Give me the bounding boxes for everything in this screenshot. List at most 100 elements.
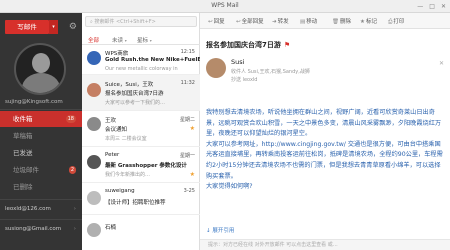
sidebar-item-sent[interactable]: 已发送 — [0, 145, 82, 161]
expand-quote-link[interactable]: ↓ 展开引用 — [206, 226, 234, 234]
message-time: 星期一 — [179, 153, 195, 159]
sidebar-item-label: 草稿箱 — [13, 132, 33, 140]
sender-avatar[interactable] — [206, 58, 226, 78]
body-paragraph: 大家觉得如何啊? — [206, 183, 253, 191]
message-subject: Gold Rush.the New Nike+FuelB — [105, 57, 202, 63]
message-sender: Peter — [105, 152, 120, 158]
search-input[interactable]: ⌕ 搜索邮件 <Ctrl+Shift+F> — [85, 16, 197, 27]
forward-button[interactable]: ➜转发 — [272, 17, 289, 25]
chevron-down-icon: ▾ — [124, 38, 127, 43]
filter-tabs: 全部 未读 ▾ 星标 ▾ — [82, 35, 200, 45]
message-sender: Suice，Susi，王欢 — [105, 82, 154, 88]
window-title: WPS Mail — [211, 2, 239, 9]
message-subject: 会议通知 — [105, 127, 128, 133]
gear-icon[interactable]: ⚙ — [69, 22, 77, 32]
body-paragraph: 大家可以参考网址，http://www.cingjing.gov.tw/ 交通也… — [206, 140, 443, 180]
sender-avatar — [87, 155, 101, 169]
list-item[interactable]: suweigang 3-25 【设计师】招聘职位推荐 — [82, 183, 200, 215]
sidebar-item-spam[interactable]: 垃圾邮件 2 — [0, 162, 82, 178]
chevron-down-icon: ▾ — [149, 38, 152, 43]
recipients-line: 收件人 Susi,王欢,石猴,Sandy,战狮 — [231, 69, 310, 75]
close-window-icon[interactable]: ✕ — [441, 3, 446, 10]
list-item[interactable]: Peter 星期一 最新 Grasshopper 参数化设计 我们今年新推出的…… — [82, 147, 200, 183]
sidebar-divider — [0, 199, 82, 200]
list-item[interactable]: WPS商旅 12:15 Gold Rush.the New Nike+FuelB… — [82, 47, 202, 75]
tab-starred[interactable]: 星标 ▾ — [137, 36, 152, 44]
list-item[interactable]: 石楠 — [82, 215, 200, 250]
message-preview: 大家可以参考一下我们的… — [105, 100, 166, 106]
folder-icon: ▤ — [300, 19, 306, 25]
forward-icon: ➜ — [272, 19, 277, 25]
sidebar-divider — [0, 219, 82, 220]
message-time: 星期二 — [179, 117, 195, 123]
message-body: 我特别想去清境农场，听说他坐拥在群山之间，视野广阔，近看可欣赏奇莱山日出奇景，远… — [206, 108, 444, 193]
tab-all[interactable]: 全部 — [88, 36, 99, 44]
sender-avatar — [87, 117, 101, 131]
reply-icon: ↩ — [208, 19, 213, 25]
cc-line: 抄送 leoxld — [231, 77, 258, 83]
sender-name[interactable]: Susi — [231, 58, 244, 66]
toolbar-label: 标记 — [365, 19, 377, 25]
message-title: 报名参加国庆台湾7日游 ⚑ — [206, 40, 290, 50]
close-icon[interactable]: ✕ — [439, 60, 444, 67]
sidebar-item-label: 已删除 — [13, 183, 33, 191]
message-sender: 王欢 — [105, 118, 117, 124]
chevron-right-icon: › — [73, 226, 76, 232]
list-item[interactable]: Suice，Susi，王欢 11:32 报名参加国庆台湾7日游 大家可以参考一下… — [82, 75, 200, 111]
star-icon[interactable]: ★ — [190, 171, 195, 178]
compose-button[interactable]: 写邮件 — [5, 20, 49, 34]
sidebar-item-label: 收件箱 — [13, 115, 33, 123]
print-button[interactable]: ⎙打印 — [388, 17, 404, 26]
sidebar-item-label: 已发送 — [13, 149, 33, 157]
account-label: leoxld@126.com — [5, 206, 51, 212]
delete-button[interactable]: 🗑删除 — [332, 17, 351, 25]
message-time: 12:15 — [180, 49, 195, 55]
reply-all-button[interactable]: ↩全部回复 — [236, 17, 264, 25]
message-preview: 本周三 二楼会议室 — [105, 136, 147, 142]
sidebar-item-inbox[interactable]: 收件箱 18 — [0, 111, 82, 127]
sender-info: Susi 收件人 Susi,王欢,石猴,Sandy,战狮 抄送 leoxld — [206, 58, 444, 92]
sidebar-divider — [0, 109, 82, 110]
star-icon[interactable]: ★ — [190, 125, 195, 132]
status-footer: 提示：对方已经在线 对外开放邮件 可以点击这里查看 或… — [200, 239, 450, 250]
tab-label: 星标 — [137, 38, 149, 44]
message-sender: suweigang — [105, 188, 135, 194]
tab-label: 未读 — [112, 38, 124, 44]
flag-icon[interactable]: ⚑ — [284, 41, 290, 49]
body-paragraph: 我特别想去清境农场，听说他坐拥在群山之间，视野广阔，近看可欣赏奇莱山日出奇景，远… — [206, 109, 442, 138]
toolbar-label: 打印 — [393, 19, 405, 25]
avatar-body-shape — [22, 73, 60, 93]
sender-avatar — [87, 191, 101, 205]
sidebar: 写邮件 ▾ ⚙ sujing@Kingsoft.com 收件箱 18 草稿箱 已… — [0, 13, 82, 250]
reader-toolbar: ↩回复 ↩全部回复 ➜转发 ▤移动 🗑删除 ★标记 ⎙打印 — [200, 13, 450, 29]
mark-button[interactable]: ★标记 — [360, 17, 377, 25]
account-item-126[interactable]: leoxld@126.com › — [5, 206, 82, 212]
reading-pane: ↩回复 ↩全部回复 ➜转发 ▤移动 🗑删除 ★标记 ⎙打印 报名参加国庆台湾7日… — [200, 13, 450, 250]
avatar[interactable] — [14, 43, 66, 95]
move-button[interactable]: ▤移动 — [300, 17, 317, 25]
account-item-gmail[interactable]: susiong@Gmail.com › — [5, 226, 82, 232]
tab-unread[interactable]: 未读 ▾ — [112, 36, 127, 44]
message-sender: WPS商旅 — [105, 51, 129, 57]
reply-button[interactable]: ↩回复 — [208, 17, 225, 25]
sidebar-item-drafts[interactable]: 草稿箱 — [0, 128, 82, 144]
unread-badge: 18 — [65, 115, 76, 123]
search-placeholder: 搜索邮件 <Ctrl+Shift+F> — [94, 19, 156, 25]
expand-quote-label: 展开引用 — [212, 228, 235, 234]
message-sender: 石楠 — [105, 225, 117, 231]
title-bar: WPS Mail — □ ✕ — [0, 0, 450, 13]
maximize-icon[interactable]: □ — [429, 3, 435, 10]
message-preview: 我们今年新推出的… — [105, 172, 151, 178]
message-time: 3-25 — [183, 188, 195, 194]
compose-dropdown-icon[interactable]: ▾ — [49, 20, 58, 34]
minimize-icon[interactable]: — — [417, 3, 423, 10]
list-item[interactable]: 王欢 星期二 会议通知 本周三 二楼会议室 ★ — [82, 111, 200, 147]
mark-icon: ★ — [360, 19, 365, 25]
primary-account[interactable]: sujing@Kingsoft.com — [5, 99, 82, 105]
message-subject: 最新 Grasshopper 参数化设计 — [105, 163, 187, 169]
sidebar-item-trash[interactable]: 已删除 — [0, 179, 82, 195]
toolbar-label: 移动 — [306, 19, 318, 25]
toolbar-label: 回复 — [213, 19, 225, 25]
sender-avatar — [87, 223, 101, 237]
account-label: susiong@Gmail.com — [5, 226, 62, 232]
